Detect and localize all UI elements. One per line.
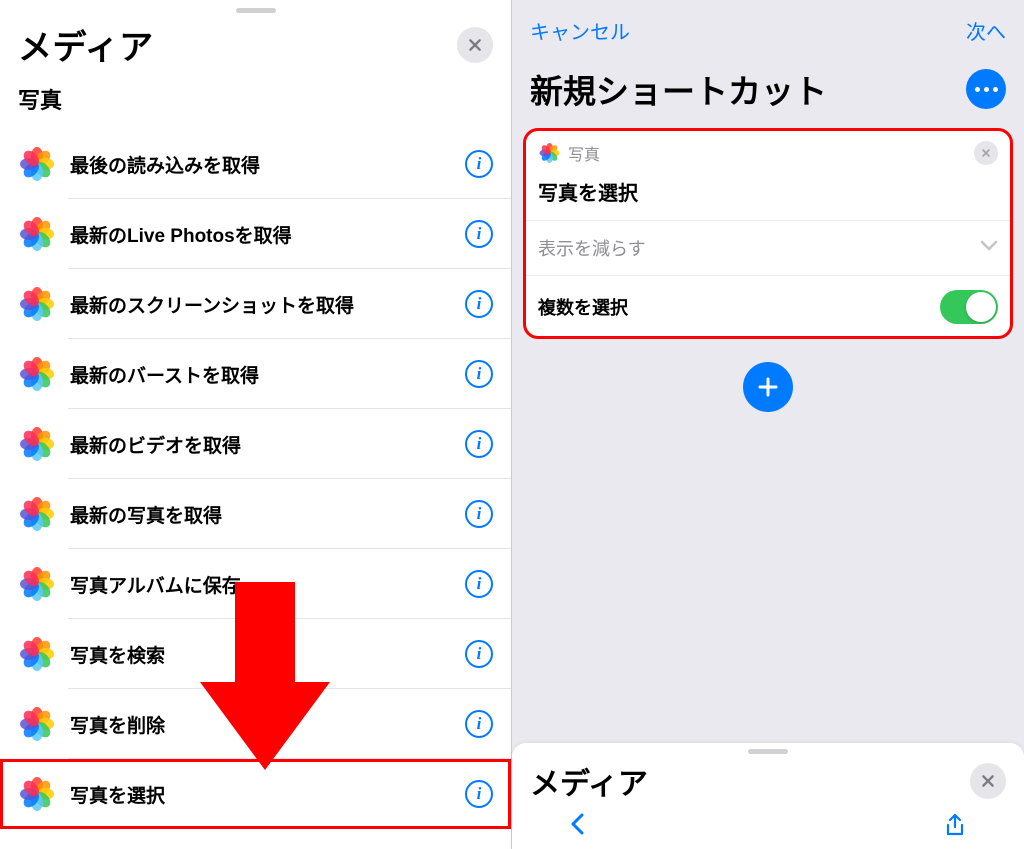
page-title: メディア [18,20,154,69]
ellipsis-icon [975,87,998,92]
share-icon[interactable] [944,813,966,843]
info-button[interactable]: i [465,780,493,808]
photos-app-icon [18,775,56,813]
info-button[interactable]: i [465,430,493,458]
info-button[interactable]: i [465,290,493,318]
info-button[interactable]: i [465,360,493,388]
action-label: 最新のバーストを取得 [70,361,465,388]
section-header: 写真 [0,83,511,121]
shortcut-title: 新規ショートカット [530,65,827,113]
action-item[interactable]: 最後の読み込みを取得i [0,129,511,199]
info-button[interactable]: i [465,500,493,528]
action-item[interactable]: 最新のスクリーンショットを取得i [0,269,511,339]
close-icon [467,37,483,53]
photos-app-icon [18,565,56,603]
close-icon [980,773,996,789]
remove-action-button[interactable] [974,141,998,165]
add-action-button[interactable] [743,362,793,412]
photos-app-icon [18,425,56,463]
more-button[interactable] [966,69,1006,109]
nav-bar: キャンセル 次へ [512,0,1024,61]
photos-app-icon [18,285,56,323]
left-header: メディア [0,0,511,69]
title-row: メディア [18,20,493,69]
close-button[interactable] [970,763,1006,799]
action-item[interactable]: 最新の写真を取得i [0,479,511,549]
photos-app-icon [18,215,56,253]
close-button[interactable] [457,27,493,63]
action-item[interactable]: 最新のビデオを取得i [0,409,511,479]
card-header: 写真 [524,129,1012,169]
action-label: 最新のスクリーンショットを取得 [70,291,465,318]
photos-app-icon [18,635,56,673]
photos-app-icon [18,145,56,183]
info-button[interactable]: i [465,710,493,738]
next-button[interactable]: 次へ [966,16,1006,45]
back-icon[interactable] [570,813,588,843]
cancel-button[interactable]: キャンセル [530,16,630,45]
drag-grabber[interactable] [748,749,788,754]
info-button[interactable]: i [465,150,493,178]
photos-app-icon [18,495,56,533]
bottom-sheet[interactable]: メディア [512,743,1024,849]
toggle-label: 複数を選択 [538,294,628,320]
action-item[interactable]: 最新のLive Photosを取得i [0,199,511,269]
action-card: 写真 写真を選択 表示を減らす 複数を選択 [524,129,1012,338]
actions-picker-pane: メディア 写真 最後の読み込みを取得i最新のLive Photosを取得i最新の… [0,0,512,849]
multi-select-toggle[interactable] [940,290,998,324]
plus-icon [756,375,780,399]
action-item[interactable]: 最新のバーストを取得i [0,339,511,409]
show-less-row[interactable]: 表示を減らす [524,221,1012,276]
photos-app-icon [18,705,56,743]
shortcut-editor-pane: キャンセル 次へ 新規ショートカット 写真 写真を選択 表示を減らす 複数を選択 [512,0,1024,849]
action-label: 写真を選択 [70,781,465,808]
photos-app-icon [538,142,560,164]
action-title: 写真を選択 [524,169,1012,221]
close-icon [981,148,991,158]
info-button[interactable]: i [465,220,493,248]
right-title-row: 新規ショートカット [512,61,1024,129]
annotation-arrow-icon [200,582,330,772]
chevron-down-icon [980,239,998,257]
action-label: 最新の写真を取得 [70,501,465,528]
bottom-title-row: メディア [530,759,1006,803]
show-less-label: 表示を減らす [538,235,646,261]
action-label: 最後の読み込みを取得 [70,151,465,178]
photos-app-icon [18,355,56,393]
action-label: 最新のビデオを取得 [70,431,465,458]
info-button[interactable]: i [465,640,493,668]
action-label: 最新のLive Photosを取得 [70,221,465,248]
multi-select-row: 複数を選択 [524,276,1012,338]
card-app-label: 写真 [568,141,974,165]
bottom-sheet-title: メディア [530,759,648,803]
info-button[interactable]: i [465,570,493,598]
sheet-toolbar [530,803,1006,843]
